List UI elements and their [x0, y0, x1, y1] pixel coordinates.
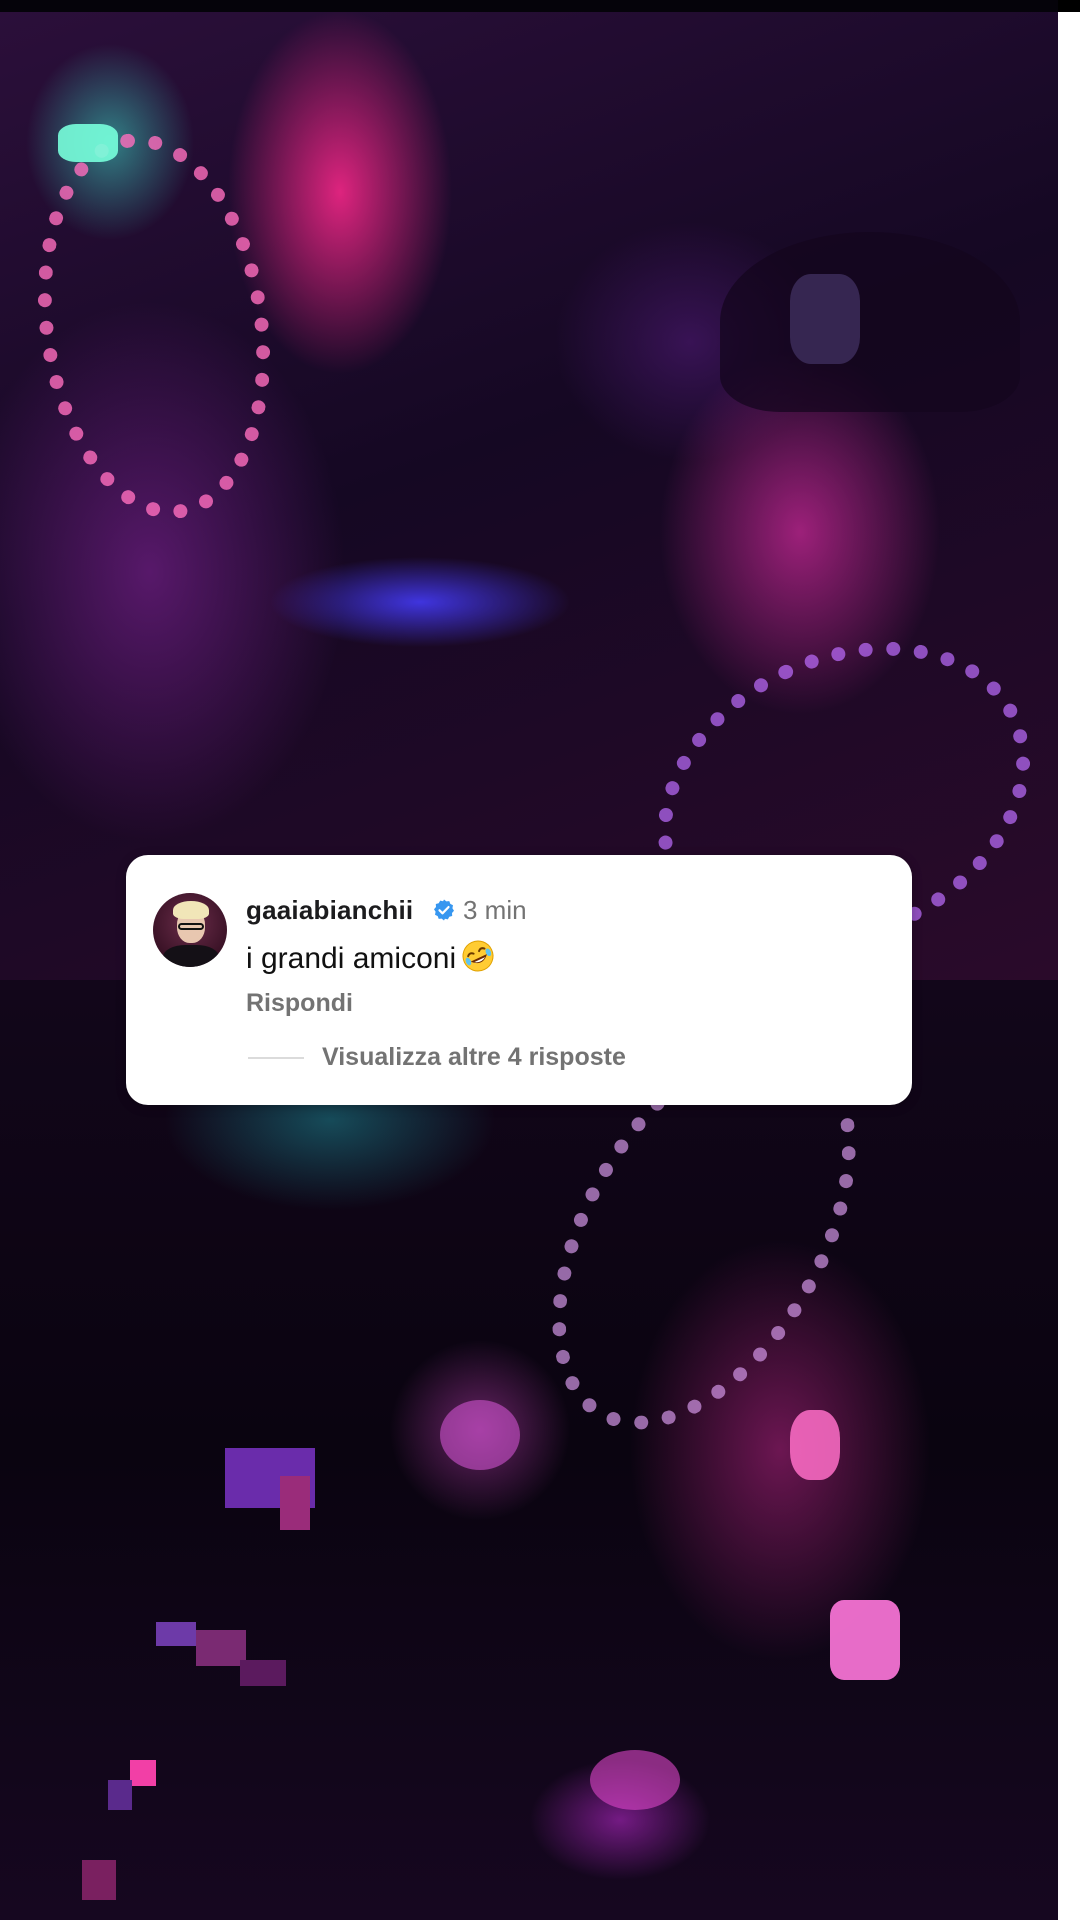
comment-username[interactable]: gaaiabianchii: [246, 895, 413, 926]
pixel-block: [156, 1622, 196, 1646]
top-dark-bar: [1058, 0, 1080, 12]
comment-text: i grandi amiconi: [246, 942, 457, 975]
shirt-logo: [790, 1410, 840, 1480]
pixel-block: [280, 1476, 310, 1530]
video-frame-bottom: [0, 980, 1058, 1920]
avatar[interactable]: [153, 893, 227, 967]
light-highlight: [58, 124, 118, 162]
shirt-letter: [830, 1600, 900, 1680]
video-frame-top: [0, 12, 1058, 980]
pixel-block: [130, 1760, 156, 1786]
comment-body: i grandi amiconi: [246, 938, 496, 976]
avatar-glasses: [178, 923, 204, 930]
chain-necklace-left: [14, 118, 294, 534]
reply-button[interactable]: Rispondi: [246, 989, 353, 1018]
avatar-hair: [173, 901, 209, 919]
pixel-block: [82, 1860, 116, 1900]
comment-timestamp: 3 min: [463, 895, 527, 925]
pixel-block: [196, 1630, 246, 1666]
hand-lower: [590, 1750, 680, 1810]
avatar-body: [163, 945, 219, 967]
verified-badge-icon: [434, 899, 454, 921]
replies-divider: [248, 1057, 304, 1059]
pixel-block: [240, 1660, 286, 1686]
cap-silhouette: [720, 232, 1020, 412]
right-edge-strip: [1058, 0, 1080, 1920]
pixel-block: [108, 1780, 132, 1810]
comment-card: gaaiabianchii 3 min i grandi amiconi Ris…: [126, 855, 912, 1105]
view-more-replies-button[interactable]: Visualizza altre 4 risposte: [322, 1043, 626, 1072]
rolling-laughing-emoji-icon: [462, 940, 494, 972]
hand-highlight: [440, 1400, 520, 1470]
